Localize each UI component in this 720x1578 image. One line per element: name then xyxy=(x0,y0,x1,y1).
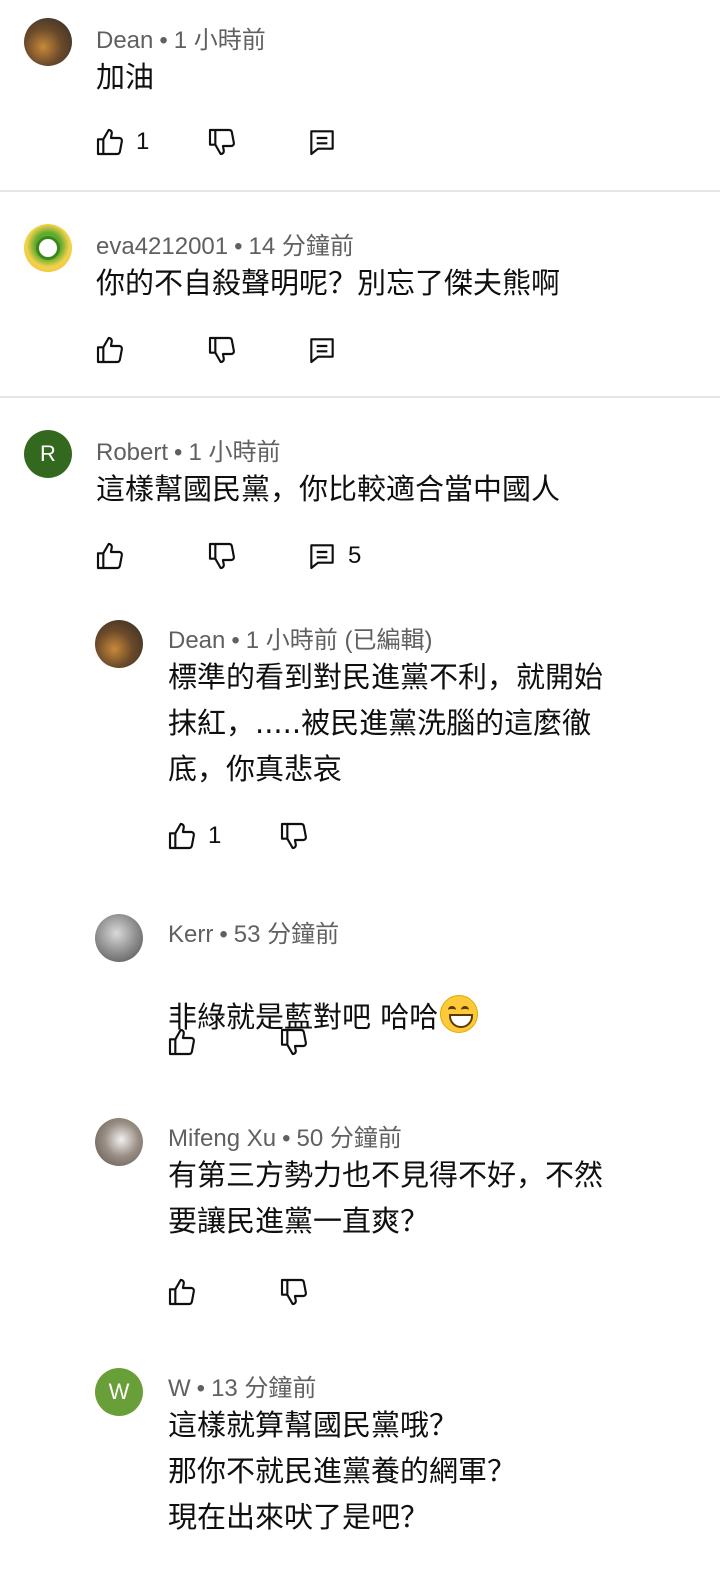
comment-text: 非綠就是藍對吧 哈哈 xyxy=(168,948,479,1040)
thumb-up-icon xyxy=(166,820,198,852)
thumb-down-icon xyxy=(206,540,238,572)
avatar[interactable] xyxy=(95,914,143,962)
reply-count: 5 xyxy=(348,542,362,569)
reply-button[interactable]: 5 xyxy=(306,536,361,576)
like-button[interactable] xyxy=(166,1272,198,1312)
reply-thread: Mifeng Xu • 50 分鐘前 有第三方勢力也不見得不好，不然 要讓民進黨一直… xyxy=(0,1110,720,1340)
comment-thread: R Robert • 1 小時前 這樣幫國民黨，你比較適合當中國人 5 xyxy=(0,412,720,592)
timestamp[interactable]: 13 分鐘前 xyxy=(211,1375,316,1402)
author-name[interactable]: Kerr xyxy=(168,921,213,948)
thumb-up-icon xyxy=(166,1026,198,1058)
comment-text: 標準的看到對民進黨不利，就開始 抹紅，.....被民進黨洗腦的這麼徹 底，你真悲… xyxy=(168,660,604,786)
thumb-down-icon xyxy=(206,126,238,158)
like-count: 1 xyxy=(136,128,150,155)
comment-text: 這樣幫國民黨，你比較適合當中國人 xyxy=(96,472,561,506)
timestamp[interactable]: 1 小時前 xyxy=(188,439,280,466)
like-button[interactable]: 1 xyxy=(166,816,221,856)
reply-icon xyxy=(306,540,338,572)
like-button[interactable]: 1 xyxy=(94,122,149,162)
dislike-button[interactable] xyxy=(278,1022,310,1062)
thumb-down-icon xyxy=(278,1026,310,1058)
author-name[interactable]: Mifeng Xu xyxy=(168,1125,276,1152)
dislike-button[interactable] xyxy=(278,816,310,856)
timestamp[interactable]: 50 分鐘前 xyxy=(296,1125,401,1152)
dislike-button[interactable] xyxy=(206,536,238,576)
comment-meta: Robert • 1 小時前 xyxy=(96,439,281,466)
avatar-letter: W xyxy=(108,1379,130,1404)
comment-text: 你的不自殺聲明呢？別忘了傑夫熊啊 xyxy=(96,266,561,300)
comment-thread: Dean • 1 小時前 加油 1 xyxy=(0,0,720,190)
avatar-letter: R xyxy=(40,441,56,466)
author-name[interactable]: eva4212001 xyxy=(96,233,228,260)
thumb-up-icon xyxy=(94,334,126,366)
comment-meta: Mifeng Xu • 50 分鐘前 xyxy=(168,1125,402,1152)
timestamp[interactable]: 1 小時前 (已編輯) xyxy=(246,627,433,654)
grinning-emoji-icon xyxy=(440,995,479,1033)
comment-meta: Dean • 1 小時前 xyxy=(96,27,266,54)
avatar[interactable] xyxy=(95,620,143,668)
avatar[interactable] xyxy=(24,18,72,66)
reply-thread: Dean • 1 小時前 (已編輯) 標準的看到對民進黨不利，就開始 抹紅，....… xyxy=(0,612,720,882)
timestamp[interactable]: 1 小時前 xyxy=(174,27,266,54)
dislike-button[interactable] xyxy=(206,330,238,370)
author-name[interactable]: W xyxy=(168,1375,191,1402)
avatar[interactable]: W xyxy=(95,1368,143,1416)
reply-button[interactable] xyxy=(306,122,338,162)
comment-meta: Kerr • 53 分鐘前 xyxy=(168,921,340,948)
comment-meta: W • 13 分鐘前 xyxy=(168,1375,317,1402)
reply-icon xyxy=(306,334,338,366)
dislike-button[interactable] xyxy=(206,122,238,162)
reply-thread: Kerr • 53 分鐘前 非綠就是藍對吧 哈哈 xyxy=(0,906,720,1096)
avatar[interactable] xyxy=(95,1118,143,1166)
thumb-down-icon xyxy=(206,334,238,366)
dislike-button[interactable] xyxy=(278,1272,310,1312)
comment-text: 加油 xyxy=(96,60,155,94)
reply-icon xyxy=(306,126,338,158)
avatar[interactable]: R xyxy=(24,430,72,478)
like-button[interactable] xyxy=(94,330,126,370)
timestamp[interactable]: 14 分鐘前 xyxy=(249,233,354,260)
yoshi-icon xyxy=(36,236,60,260)
like-count: 1 xyxy=(208,822,222,849)
comment-text: 這樣就算幫國民黨哦？ 那你不就民進黨養的網軍？ 現在出來吠了是吧？ xyxy=(168,1408,517,1534)
avatar[interactable] xyxy=(24,224,72,272)
thumb-up-icon xyxy=(94,540,126,572)
reply-button[interactable] xyxy=(306,330,338,370)
author-name[interactable]: Dean xyxy=(168,627,225,654)
timestamp[interactable]: 53 分鐘前 xyxy=(234,921,339,948)
like-button[interactable] xyxy=(94,536,126,576)
thumb-down-icon xyxy=(278,1276,310,1308)
author-name[interactable]: Robert xyxy=(96,439,168,466)
thumb-up-icon xyxy=(94,126,126,158)
author-name[interactable]: Dean xyxy=(96,27,153,54)
divider xyxy=(0,190,720,192)
comment-thread: eva4212001 • 14 分鐘前 你的不自殺聲明呢？別忘了傑夫熊啊 xyxy=(0,206,720,396)
divider xyxy=(0,396,720,398)
comment-meta: Dean • 1 小時前 (已編輯) xyxy=(168,627,433,654)
thumb-up-icon xyxy=(166,1276,198,1308)
comment-text: 有第三方勢力也不見得不好，不然 要讓民進黨一直爽？ xyxy=(168,1158,604,1238)
comment-meta: eva4212001 • 14 分鐘前 xyxy=(96,233,354,260)
reply-thread: W W • 13 分鐘前 這樣就算幫國民黨哦？ 那你不就民進黨養的網軍？ 現在出來吠… xyxy=(0,1360,720,1578)
like-button[interactable] xyxy=(166,1022,198,1062)
thumb-down-icon xyxy=(278,820,310,852)
